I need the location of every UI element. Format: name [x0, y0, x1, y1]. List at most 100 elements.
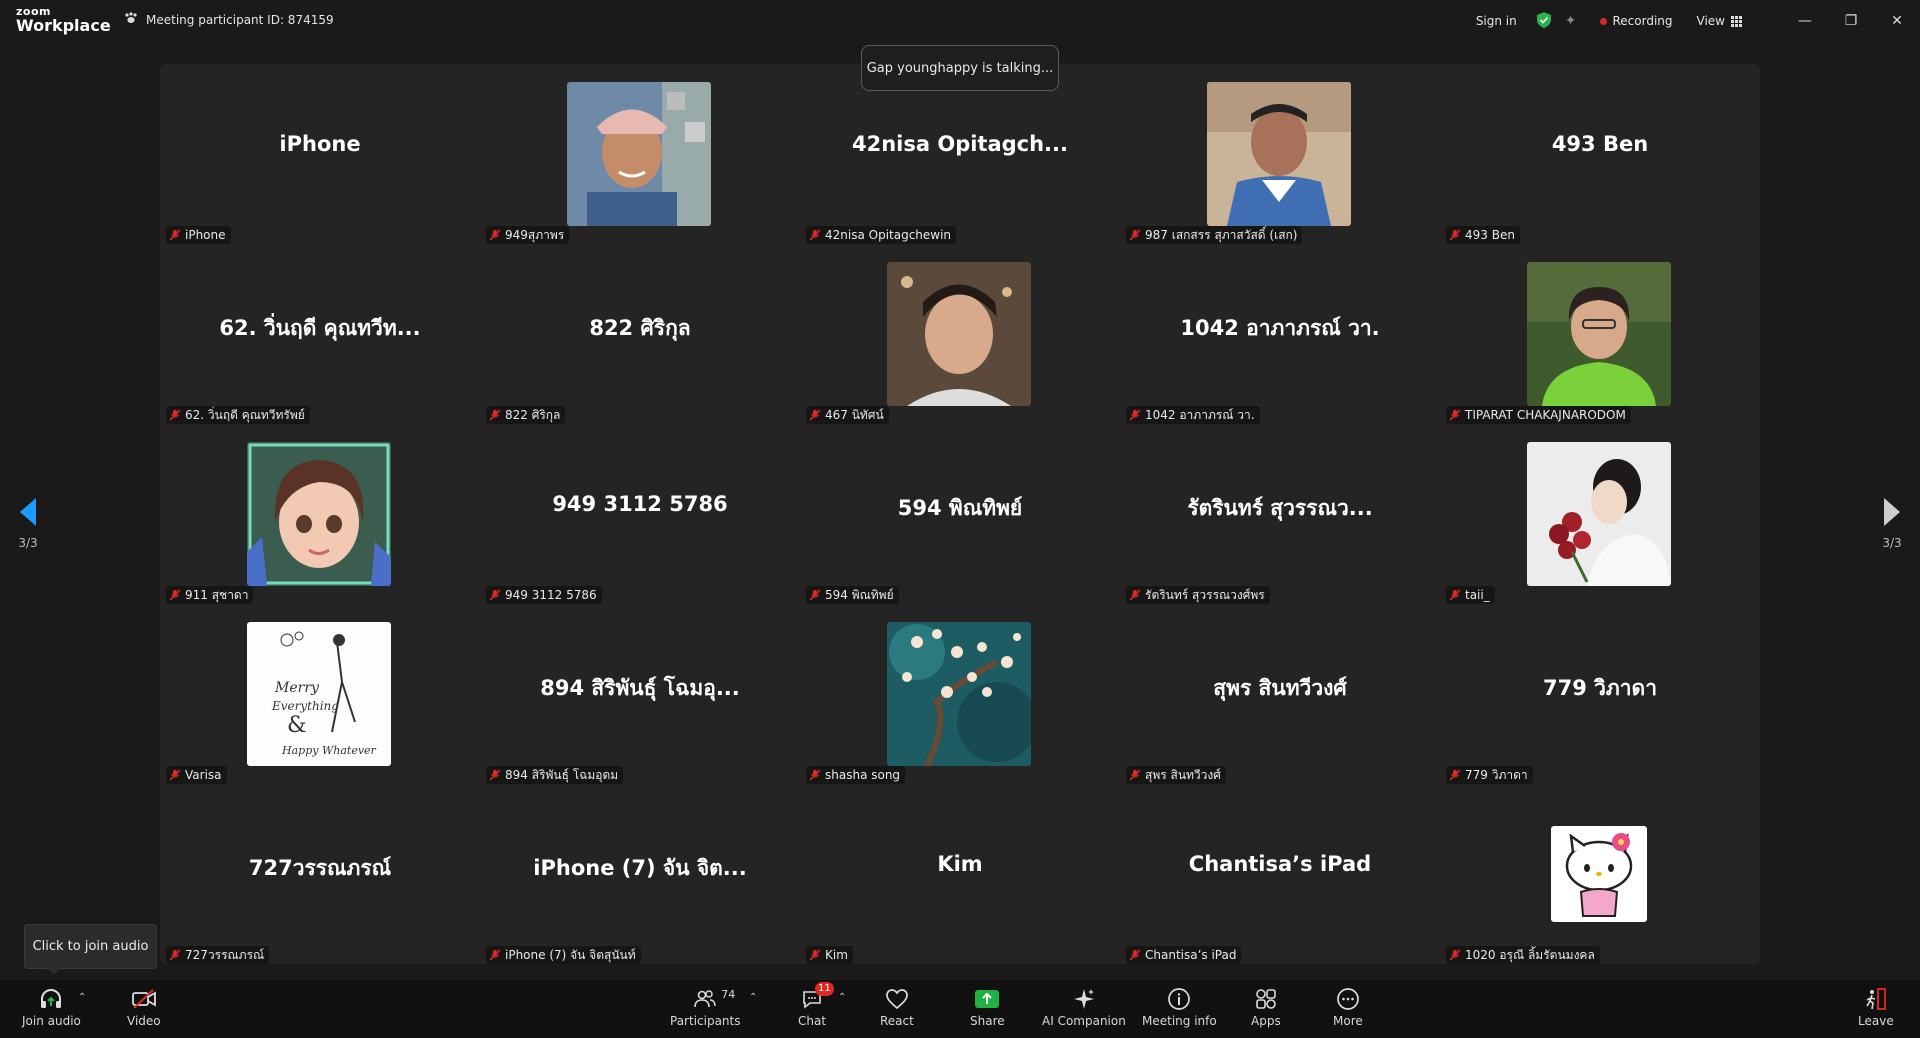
- join-audio-button[interactable]: Join audio: [22, 986, 81, 1036]
- participant-tile[interactable]: taii_: [1440, 424, 1760, 604]
- participant-tile[interactable]: 727วรรณภรณ์ 727วรรณภรณ์: [160, 784, 480, 964]
- leave-button[interactable]: Leave: [1858, 986, 1894, 1036]
- participant-tile[interactable]: 949 3112 5786 949 3112 5786: [480, 424, 800, 604]
- zoom-meeting-window: zoom Workplace Meeting participant ID: 8…: [0, 0, 1920, 1038]
- participant-name-text: รัตรินทร์ สุวรรณวงศ์พร: [1145, 587, 1265, 602]
- apps-button[interactable]: Apps: [1251, 986, 1281, 1036]
- meeting-info-button[interactable]: Meeting info: [1142, 986, 1217, 1036]
- participant-display-name: รัตรินทร์ สุวรรณว...: [1187, 496, 1373, 520]
- meeting-info-label: Meeting info: [1142, 1014, 1217, 1028]
- participant-tile[interactable]: 911 สุชาดา: [160, 424, 480, 604]
- participant-tile[interactable]: 62. วิ่นฤดี คุณทวีท... 62. วิ่นฤดี คุณทวี…: [160, 244, 480, 424]
- react-button[interactable]: React: [880, 986, 914, 1036]
- participant-name-label: 779 วิภาดา: [1446, 766, 1533, 784]
- more-icon: [1336, 986, 1360, 1012]
- shield-icon[interactable]: [1536, 11, 1551, 31]
- react-label: React: [880, 1014, 914, 1028]
- participant-tile[interactable]: 1020 อรุณี ลิ้มรัตนมงคล: [1440, 784, 1760, 964]
- participant-name-text: TIPARAT CHAKAJNARODOM: [1465, 408, 1626, 422]
- participant-name-label: 467 นิทัศน์: [806, 406, 889, 424]
- participant-tile[interactable]: รัตรินทร์ สุวรรณว... รัตรินทร์ สุวรรณวงศ์…: [1120, 424, 1440, 604]
- participant-tile[interactable]: 987 เสกสรร สุภาสวัสดิ์ (เสก): [1120, 64, 1440, 244]
- participant-name-text: 822 ศิริกุล: [505, 407, 561, 422]
- participant-tile[interactable]: shasha song: [800, 604, 1120, 784]
- leave-label: Leave: [1858, 1014, 1894, 1028]
- participant-tile[interactable]: 1042 อาภาภรณ์ วา. 1042 อาภาภรณ์ วา.: [1120, 244, 1440, 424]
- audio-options-caret-icon[interactable]: ⌃: [78, 992, 86, 1003]
- mic-muted-icon: [1129, 769, 1141, 781]
- mic-muted-icon: [489, 589, 501, 601]
- prev-page-count: 3/3: [18, 536, 38, 550]
- active-speaker-toast: Gap younghappy is talking...: [861, 45, 1059, 91]
- participant-tile[interactable]: 594 พิณทิพย์ 594 พิณทิพย์: [800, 424, 1120, 604]
- minimize-icon[interactable]: —: [1782, 0, 1828, 42]
- participants-caret-icon[interactable]: ⌃: [749, 992, 757, 1003]
- video-label: Video: [127, 1014, 161, 1028]
- close-icon[interactable]: ✕: [1874, 0, 1920, 42]
- participant-display-name: 1042 อาภาภรณ์ วา.: [1180, 316, 1380, 340]
- participant-name-label: 1020 อรุณี ลิ้มรัตนมงคล: [1446, 946, 1600, 964]
- participant-name-text: 987 เสกสรร สุภาสวัสดิ์ (เสก): [1145, 227, 1298, 242]
- participant-tile[interactable]: 42nisa Opitagch... 42nisa Opitagchewin: [800, 64, 1120, 244]
- participant-name-text: 62. วิ่นฤดี คุณทวีทรัพย์: [185, 407, 305, 422]
- participant-name-label: TIPARAT CHAKAJNARODOM: [1446, 406, 1631, 424]
- participant-name-label: iPhone: [166, 226, 231, 244]
- chat-label: Chat: [798, 1014, 827, 1028]
- share-label: Share: [970, 1014, 1005, 1028]
- photo-woman-roses-avatar: [1527, 442, 1671, 586]
- next-page-arrow-icon[interactable]: [1884, 498, 1900, 526]
- participant-tile[interactable]: Merry Everything & Happy Whatever Varisa: [160, 604, 480, 784]
- participant-tile[interactable]: iPhone iPhone: [160, 64, 480, 244]
- mic-muted-icon: [1129, 229, 1141, 241]
- participant-tile[interactable]: Kim Kim: [800, 784, 1120, 964]
- participant-tile[interactable]: 949สุภาพร: [480, 64, 800, 244]
- mic-muted-icon: [169, 409, 181, 421]
- participant-name-text: iPhone: [185, 228, 226, 242]
- participant-tile[interactable]: สุพร สินทวีวงศ์ สุพร สินทวีวงศ์: [1120, 604, 1440, 784]
- ai-companion-button[interactable]: AI Companion: [1042, 986, 1126, 1036]
- participant-tile[interactable]: 894 สิริพันธุ์ โฉมอุ... 894 สิริพันธุ์ โฉ…: [480, 604, 800, 784]
- logo-bottom-text: Workplace: [16, 16, 111, 35]
- recording-indicator[interactable]: Recording: [1600, 14, 1673, 28]
- photo-man-older-avatar: [1207, 82, 1351, 226]
- sparkle-icon[interactable]: ✦: [1565, 13, 1577, 29]
- mic-muted-icon: [809, 229, 821, 241]
- participant-tile[interactable]: 822 ศิริกุล 822 ศิริกุล: [480, 244, 800, 424]
- participant-name-text: 42nisa Opitagchewin: [825, 228, 952, 242]
- next-page-control[interactable]: 3/3: [1872, 498, 1912, 550]
- participant-display-name: สุพร สินทวีวงศ์: [1213, 676, 1347, 700]
- meeting-id[interactable]: Meeting participant ID: 874159: [124, 12, 334, 27]
- participant-name-text: 779 วิภาดา: [1465, 767, 1528, 782]
- share-button[interactable]: Share: [970, 986, 1005, 1036]
- participant-name-label: 727วรรณภรณ์: [166, 946, 270, 964]
- participants-button[interactable]: 74 Participants: [670, 986, 741, 1036]
- video-button[interactable]: Video: [127, 986, 161, 1036]
- participant-tile[interactable]: 493 Ben 493 Ben: [1440, 64, 1760, 244]
- mic-muted-icon: [169, 769, 181, 781]
- participant-name-text: taii_: [1465, 588, 1490, 602]
- painting-blossom-avatar: [887, 622, 1031, 766]
- view-button[interactable]: View: [1697, 14, 1742, 28]
- more-button[interactable]: More: [1333, 986, 1363, 1036]
- restore-icon[interactable]: ❐: [1828, 0, 1874, 42]
- prev-page-control[interactable]: 3/3: [8, 498, 48, 550]
- cartoon-girl-avatar: [247, 442, 391, 586]
- participant-name-label: 894 สิริพันธุ์ โฉมอุดม: [486, 766, 624, 784]
- chat-button[interactable]: 11 Chat: [798, 982, 834, 1036]
- prev-page-arrow-icon[interactable]: [20, 498, 36, 526]
- participant-tile[interactable]: 467 นิทัศน์: [800, 244, 1120, 424]
- participant-tile[interactable]: iPhone (7) จัน จิต... iPhone (7) จัน จิตส…: [480, 784, 800, 964]
- mic-muted-icon: [809, 589, 821, 601]
- leave-icon: [1864, 986, 1888, 1012]
- participant-tile[interactable]: TIPARAT CHAKAJNARODOM: [1440, 244, 1760, 424]
- participant-name-label: Varisa: [166, 766, 227, 784]
- mic-muted-icon: [1129, 949, 1141, 961]
- participant-name-label: 493 Ben: [1446, 226, 1520, 244]
- mic-muted-icon: [809, 949, 821, 961]
- sign-in-link[interactable]: Sign in: [1476, 14, 1517, 28]
- chat-caret-icon[interactable]: ⌃: [838, 992, 846, 1003]
- participant-name-text: Varisa: [185, 768, 222, 782]
- view-label: View: [1696, 14, 1725, 28]
- participant-tile[interactable]: Chantisa’s iPad Chantisa’s iPad: [1120, 784, 1440, 964]
- participant-tile[interactable]: 779 วิภาดา 779 วิภาดา: [1440, 604, 1760, 784]
